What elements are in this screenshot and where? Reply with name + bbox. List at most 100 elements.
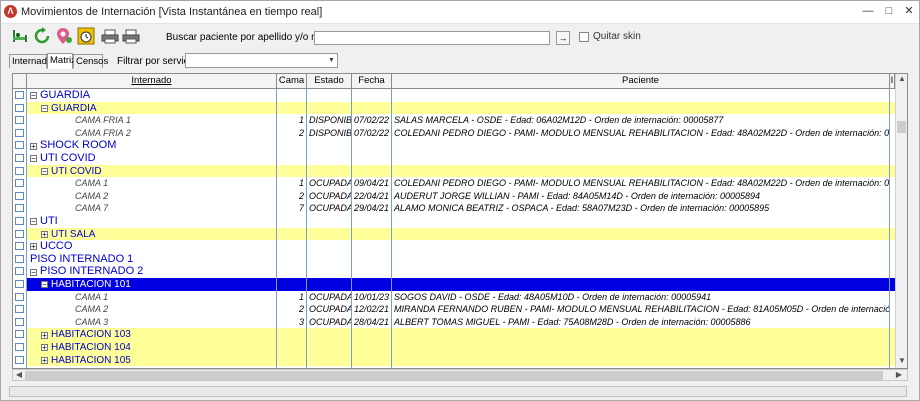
internado-cell[interactable]: − HABITACION 101 xyxy=(27,278,277,291)
expand-icon[interactable]: + xyxy=(30,243,37,251)
table-row[interactable]: − HABITACION 101 xyxy=(13,278,895,291)
table-row[interactable]: CAMA 1 1 OCUPADA 09/04/21 COLEDANI PEDRO DIE… xyxy=(13,177,895,190)
internado-cell[interactable]: − PISO INTERNADO 2 xyxy=(27,265,277,278)
internado-cell[interactable]: CAMA 2 xyxy=(27,189,277,203)
horizontal-scroll-thumb[interactable] xyxy=(25,371,883,380)
internado-cell[interactable]: + UCCO xyxy=(27,240,277,253)
row-selector[interactable] xyxy=(13,341,27,354)
row-selector-box[interactable] xyxy=(15,128,24,137)
header-estado[interactable]: Estado xyxy=(307,74,352,88)
search-input[interactable] xyxy=(314,31,550,45)
row-selector[interactable] xyxy=(13,278,27,291)
scroll-right-icon[interactable]: ▶ xyxy=(893,370,905,379)
row-selector[interactable] xyxy=(13,189,27,203)
bed-icon[interactable] xyxy=(11,27,29,45)
header-internado[interactable]: Internado xyxy=(27,74,277,88)
row-selector-box[interactable] xyxy=(15,91,24,99)
scroll-left-icon[interactable]: ◀ xyxy=(13,370,25,379)
row-selector-box[interactable] xyxy=(15,141,24,150)
row-selector[interactable] xyxy=(13,164,27,178)
internado-cell[interactable]: − GUARDIA xyxy=(27,89,277,102)
search-go-button[interactable]: → xyxy=(556,31,570,45)
expand-icon[interactable]: + xyxy=(41,356,48,364)
vertical-scrollbar[interactable]: ▲ ▼ xyxy=(895,74,907,368)
location-pin-icon[interactable] xyxy=(55,27,73,45)
vertical-scroll-thumb[interactable] xyxy=(897,121,906,133)
row-selector-box[interactable] xyxy=(15,343,24,351)
row-selector[interactable] xyxy=(13,114,27,127)
printer-icon[interactable] xyxy=(122,27,140,45)
internado-cell[interactable]: − UTI COVID xyxy=(27,164,277,178)
row-selector[interactable] xyxy=(13,240,27,253)
collapse-icon[interactable]: − xyxy=(30,218,37,226)
horizontal-scrollbar[interactable]: ◀ ▶ xyxy=(12,369,908,381)
quitar-skin-checkbox[interactable] xyxy=(579,32,589,42)
table-row[interactable]: CAMA 1 1 OCUPADA 10/01/23 SOGOS DAVID - OSDE… xyxy=(13,290,895,304)
internado-cell[interactable]: CAMA 2 xyxy=(27,303,277,316)
tab-matriz[interactable]: Matriz xyxy=(47,53,76,69)
row-selector[interactable] xyxy=(13,290,27,304)
internado-cell[interactable]: − GUARDIA xyxy=(27,101,277,115)
table-row[interactable]: − PISO INTERNADO 2 xyxy=(13,265,895,278)
minimize-button[interactable]: — xyxy=(859,3,877,19)
collapse-icon[interactable]: − xyxy=(41,281,48,289)
internado-cell[interactable]: + HABITACION 105 xyxy=(27,353,277,367)
table-row[interactable]: CAMA 7 7 OCUPADA 29/04/21 ALAMO MONICA BEATR… xyxy=(13,202,895,215)
collapse-icon[interactable]: − xyxy=(41,167,48,175)
row-selector-box[interactable] xyxy=(15,154,24,162)
row-selector[interactable] xyxy=(13,315,27,329)
tab-censos[interactable]: Censos xyxy=(73,54,108,68)
maximize-button[interactable]: □ xyxy=(880,3,898,19)
expand-icon[interactable]: + xyxy=(41,344,48,352)
table-row[interactable]: − UTI xyxy=(13,215,895,228)
row-selector-box[interactable] xyxy=(15,317,24,326)
expand-icon[interactable]: + xyxy=(41,230,48,238)
row-selector-box[interactable] xyxy=(15,280,24,288)
header-cama[interactable]: Cama xyxy=(277,74,307,88)
row-selector-box[interactable] xyxy=(15,305,24,314)
row-selector-box[interactable] xyxy=(15,242,24,251)
row-selector[interactable] xyxy=(13,152,27,165)
row-selector[interactable] xyxy=(13,89,27,102)
table-row[interactable]: − UTI COVID xyxy=(13,152,895,165)
row-selector-box[interactable] xyxy=(15,116,24,125)
internado-cell[interactable]: − UTI COVID xyxy=(27,152,277,165)
internado-cell[interactable]: CAMA FRIA 1 xyxy=(27,114,277,127)
table-row[interactable]: + UCCO xyxy=(13,240,895,253)
table-row[interactable]: − UTI COVID xyxy=(13,164,895,178)
row-selector[interactable] xyxy=(13,353,27,367)
row-selector[interactable] xyxy=(13,328,27,341)
table-row[interactable]: + HABITACION 103 xyxy=(13,328,895,341)
internado-cell[interactable]: + HABITACION 103 xyxy=(27,328,277,341)
table-row[interactable]: + HABITACION 105 xyxy=(13,353,895,367)
row-selector-box[interactable] xyxy=(15,355,24,364)
scroll-down-icon[interactable]: ▼ xyxy=(896,356,907,365)
table-row[interactable]: − GUARDIA xyxy=(13,101,895,115)
internado-cell[interactable]: PISO INTERNADO 1 xyxy=(27,252,277,266)
clock-icon[interactable] xyxy=(77,27,95,45)
scroll-up-icon[interactable]: ▲ xyxy=(896,74,907,83)
table-row[interactable]: − GUARDIA xyxy=(13,89,895,102)
row-selector-box[interactable] xyxy=(15,179,24,188)
tab-internado[interactable]: Internado xyxy=(9,54,52,68)
internado-cell[interactable]: + SHOCK ROOM xyxy=(27,139,277,152)
table-row[interactable]: + UTI SALA xyxy=(13,227,895,241)
internado-cell[interactable]: − UTI xyxy=(27,215,277,228)
table-row[interactable]: CAMA 3 3 OCUPADA 28/04/21 ALBERT TOMAS MIGUE… xyxy=(13,315,895,329)
collapse-icon[interactable]: − xyxy=(41,104,48,112)
table-row[interactable]: CAMA FRIA 1 1DISPONIBL07/02/22SALAS MARCE… xyxy=(13,114,895,127)
row-selector-box[interactable] xyxy=(15,330,24,339)
row-selector-box[interactable] xyxy=(15,166,24,175)
row-selector[interactable] xyxy=(13,101,27,115)
collapse-icon[interactable]: − xyxy=(30,92,37,100)
printer-icon[interactable] xyxy=(101,27,119,45)
internado-cell[interactable]: CAMA FRIA 2 xyxy=(27,126,277,140)
table-row[interactable]: CAMA FRIA 2 2DISPONIBL07/02/22COLEDANI PE… xyxy=(13,126,895,140)
table-row[interactable]: + SHOCK ROOM xyxy=(13,139,895,152)
table-row[interactable]: PISO INTERNADO 1 xyxy=(13,252,895,266)
internado-cell[interactable]: + HABITACION 104 xyxy=(27,341,277,354)
row-selector-box[interactable] xyxy=(15,204,24,213)
table-row[interactable]: CAMA 2 2 OCUPADA 12/02/21 MIRANDA FERNANDO R… xyxy=(13,303,895,316)
row-selector[interactable] xyxy=(13,303,27,316)
internado-cell[interactable]: CAMA 1 xyxy=(27,177,277,190)
